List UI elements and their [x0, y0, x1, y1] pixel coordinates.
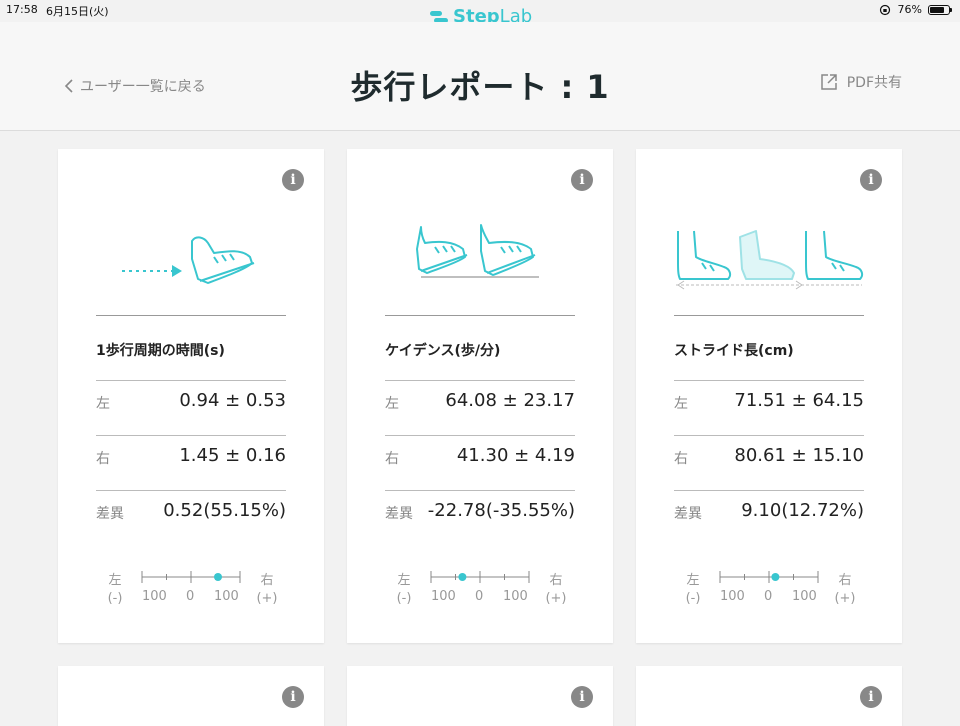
diff-label: 差異 [385, 506, 413, 522]
metric-card-cadence: i ケイデンス(歩/分) 左 64.08 ± 23.17 右 41.30 ± 4… [347, 149, 613, 643]
scale-indicator-dot [214, 573, 222, 581]
page-title: 歩行レポート : 1 [350, 68, 610, 106]
divider [385, 380, 575, 381]
scale-right-label: 右 [549, 573, 563, 588]
scale-tick-right: 100 [214, 589, 239, 604]
scale-tick-mid: 0 [764, 589, 773, 604]
metric-card-partial: i [347, 666, 613, 726]
pdf-share-label: PDF共有 [846, 75, 902, 91]
page-header: ユーザー一覧に戻る 歩行レポート : 1 PDF共有 [0, 22, 960, 131]
scale-plus-label: (+) [256, 591, 278, 606]
divider [674, 315, 864, 316]
divider [96, 490, 286, 491]
right-value: 1.45 ± 0.16 [179, 445, 286, 466]
scale-plus-label: (+) [834, 591, 856, 606]
scale-tick-left: 100 [720, 589, 745, 604]
info-icon[interactable]: i [860, 169, 882, 191]
info-icon[interactable]: i [571, 169, 593, 191]
scale-left-label: 左 [686, 573, 700, 588]
scale-tick-right: 100 [503, 589, 528, 604]
scale-tick-left: 100 [431, 589, 456, 604]
divider [96, 380, 286, 381]
status-time: 17:58 [6, 3, 38, 16]
balance-scale: 左 (-) 右 (+) 100 0 100 [347, 569, 613, 629]
status-right: 76% [878, 3, 952, 16]
two-shoes-icon [416, 224, 539, 278]
shoe-arrow-icon [122, 236, 255, 284]
scale-minus-label: (-) [685, 591, 701, 606]
scale-bar [719, 571, 819, 583]
metric-title: ケイデンス(歩/分) [385, 343, 501, 359]
balance-scale: 左 (-) 右 (+) 100 0 100 [636, 569, 902, 629]
diff-label: 差異 [674, 506, 702, 522]
info-icon[interactable]: i [860, 686, 882, 708]
divider [385, 490, 575, 491]
divider [96, 315, 286, 316]
left-value: 0.94 ± 0.53 [179, 390, 286, 411]
metric-title: ストライド長(cm) [674, 343, 794, 359]
scale-tick-left: 100 [142, 589, 167, 604]
divider [385, 315, 575, 316]
orientation-lock-icon [879, 4, 890, 15]
left-label: 左 [674, 396, 688, 412]
scale-minus-label: (-) [107, 591, 123, 606]
battery-percent: 76% [897, 3, 922, 16]
scale-tick-right: 100 [792, 589, 817, 604]
battery-icon [928, 4, 952, 15]
right-value: 80.61 ± 15.10 [734, 445, 864, 466]
pdf-share-button[interactable]: PDF共有 [819, 72, 902, 92]
scale-right-label: 右 [838, 573, 852, 588]
stride-shoes-icon [676, 230, 864, 290]
share-icon [820, 74, 837, 90]
metric-card-stride-time: i 1歩行周期の時間(s) 左 0.94 ± 0.53 右 1.45 ± 0.1… [58, 149, 324, 643]
left-value: 71.51 ± 64.15 [734, 390, 864, 411]
scale-left-label: 左 [397, 573, 411, 588]
divider [674, 380, 864, 381]
metric-card-partial: i [636, 666, 902, 726]
balance-scale: 左 (-) 右 (+) 100 0 100 [58, 569, 324, 629]
divider [674, 490, 864, 491]
divider [385, 435, 575, 436]
scale-plus-label: (+) [545, 591, 567, 606]
scale-indicator-dot [458, 573, 467, 581]
metric-title: 1歩行周期の時間(s) [96, 343, 225, 359]
divider [674, 435, 864, 436]
diff-value: 9.10(12.72%) [741, 500, 864, 521]
scale-minus-label: (-) [396, 591, 412, 606]
divider [96, 435, 286, 436]
right-label: 右 [385, 451, 399, 467]
right-label: 右 [96, 451, 110, 467]
metric-card-stride-length: i ストライド長(cm) 左 71.51 ± 64.15 右 80.61 ± 1… [636, 149, 902, 643]
info-icon[interactable]: i [571, 686, 593, 708]
scale-bar [430, 571, 530, 583]
info-icon[interactable]: i [282, 686, 304, 708]
diff-value: -22.78(-35.55%) [427, 500, 575, 521]
status-date: 6月15日(火) [46, 5, 109, 18]
scale-indicator-dot [771, 573, 780, 581]
diff-label: 差異 [96, 506, 124, 522]
right-label: 右 [674, 451, 688, 467]
scale-tick-mid: 0 [475, 589, 484, 604]
scale-tick-mid: 0 [186, 589, 195, 604]
info-icon[interactable]: i [282, 169, 304, 191]
right-value: 41.30 ± 4.19 [456, 445, 575, 466]
scale-bar [141, 571, 241, 583]
scale-right-label: 右 [260, 573, 274, 588]
left-label: 左 [385, 396, 399, 412]
diff-value: 0.52(55.15%) [163, 500, 286, 521]
scale-left-label: 左 [108, 573, 122, 588]
metric-card-partial: i [58, 666, 324, 726]
left-value: 64.08 ± 23.17 [445, 390, 575, 411]
left-label: 左 [96, 396, 110, 412]
